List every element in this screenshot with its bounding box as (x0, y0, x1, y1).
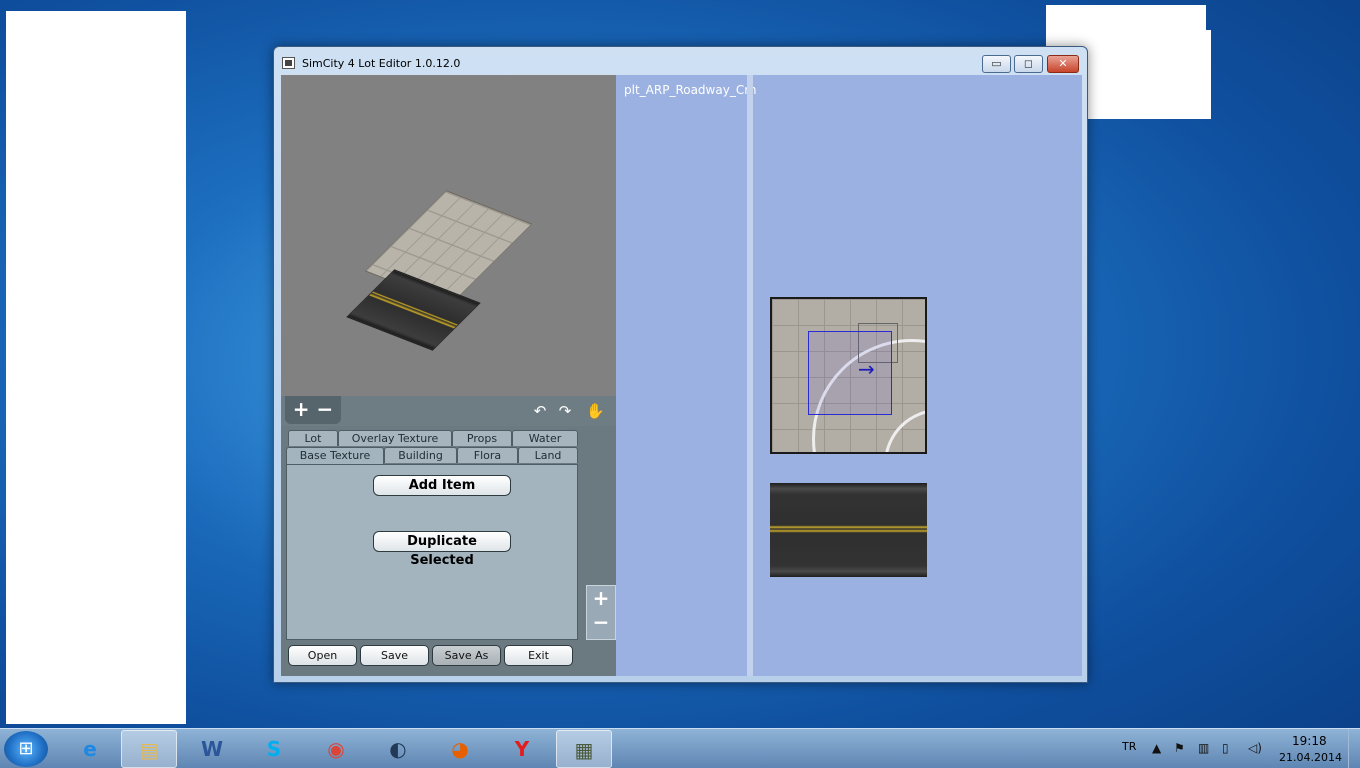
lot-editor-taskbar-icon[interactable]: ▦ (556, 730, 612, 768)
exit-button[interactable]: Exit (504, 645, 573, 666)
clock-time[interactable]: 19:18 (1292, 734, 1327, 748)
tab-land[interactable]: Land (518, 447, 578, 463)
tabs-area: Lot Overlay Texture Props Water Base Tex… (286, 430, 579, 640)
zoom-in-button[interactable]: + (293, 397, 310, 421)
close-button[interactable]: ✕ (1047, 55, 1079, 73)
lot-zoom-out-button[interactable]: − (587, 610, 615, 634)
network-icon[interactable]: ▥ (1198, 741, 1209, 755)
client-area: + − ↶ ↷ ✋ Lot Overlay Texture Props Wate… (281, 75, 1082, 676)
rotate-right-icon[interactable]: ↷ (556, 402, 574, 420)
save-as-button[interactable]: Save As (432, 645, 501, 666)
add-item-button[interactable]: Add Item (373, 475, 511, 496)
redacted-area (1088, 30, 1211, 119)
3d-preview[interactable] (281, 75, 616, 396)
scrollbar[interactable] (747, 75, 753, 676)
word-icon[interactable]: W (184, 730, 240, 768)
rotate-left-icon[interactable]: ↶ (531, 402, 549, 420)
tab-overlay-texture[interactable]: Overlay Texture (338, 430, 452, 446)
file-explorer-icon[interactable]: ▤ (121, 730, 177, 768)
base-texture-tile[interactable]: → (770, 297, 927, 454)
title-bar[interactable]: SimCity 4 Lot Editor 1.0.12.0 ▭ ◻ ✕ (274, 47, 1087, 77)
road-tile (770, 483, 927, 577)
maximize-button[interactable]: ◻ (1014, 55, 1043, 73)
lot-name-label: plt_ARP_Roadway_Crn (624, 83, 757, 97)
volume-icon[interactable]: ◁) (1248, 741, 1262, 755)
tab-flora[interactable]: Flora (457, 447, 518, 463)
show-hidden-icons-icon[interactable]: ▲ (1152, 741, 1161, 755)
tab-building[interactable]: Building (384, 447, 457, 463)
taskbar: ⊞ e ▤ W S ◉ ◐ ◕ Y ▦ TR ▲ ⚑ ▥ ▯ ◁) 19:18 … (0, 728, 1360, 768)
internet-explorer-icon[interactable]: e (62, 730, 118, 768)
lot-view[interactable]: plt_ARP_Roadway_Crn → (616, 75, 1082, 676)
base-texture-panel: Add Item Duplicate Selected (286, 464, 578, 640)
save-button[interactable]: Save (360, 645, 429, 666)
chrome-icon[interactable]: ◉ (308, 730, 364, 768)
zoom-out-button[interactable]: − (316, 397, 333, 421)
device-icon[interactable]: ▯ (1222, 741, 1229, 755)
window-title: SimCity 4 Lot Editor 1.0.12.0 (302, 57, 461, 70)
language-indicator[interactable]: TR (1122, 740, 1136, 753)
tab-lot[interactable]: Lot (288, 430, 338, 446)
action-center-flag-icon[interactable]: ⚑ (1174, 741, 1185, 755)
skype-icon[interactable]: S (246, 730, 302, 768)
lot-editor-window: SimCity 4 Lot Editor 1.0.12.0 ▭ ◻ ✕ + − … (273, 46, 1088, 683)
duplicate-selected-button[interactable]: Duplicate Selected (373, 531, 511, 568)
firefox-icon[interactable]: ◕ (432, 730, 488, 768)
yandex-icon[interactable]: Y (494, 730, 550, 768)
media-player-icon[interactable]: ◐ (370, 730, 426, 768)
tab-base-texture[interactable]: Base Texture (286, 447, 384, 465)
lot-zoom-in-button[interactable]: + (587, 586, 615, 610)
hand-pan-icon[interactable]: ✋ (586, 402, 605, 420)
preview-zoom-controls: + − (285, 396, 341, 424)
preview-toolbar: + − ↶ ↷ ✋ (281, 396, 616, 426)
selection-box[interactable] (808, 331, 892, 415)
direction-arrow-icon: → (858, 357, 875, 381)
open-button[interactable]: Open (288, 645, 357, 666)
clock-date[interactable]: 21.04.2014 (1279, 751, 1342, 764)
tab-props[interactable]: Props (452, 430, 512, 446)
lot-zoom-controls: + − (586, 585, 616, 640)
start-button[interactable]: ⊞ (4, 731, 48, 767)
app-icon (282, 57, 295, 69)
redacted-area (6, 11, 186, 724)
tab-water[interactable]: Water (512, 430, 578, 446)
show-desktop-button[interactable] (1348, 729, 1360, 768)
minimize-button[interactable]: ▭ (982, 55, 1011, 73)
